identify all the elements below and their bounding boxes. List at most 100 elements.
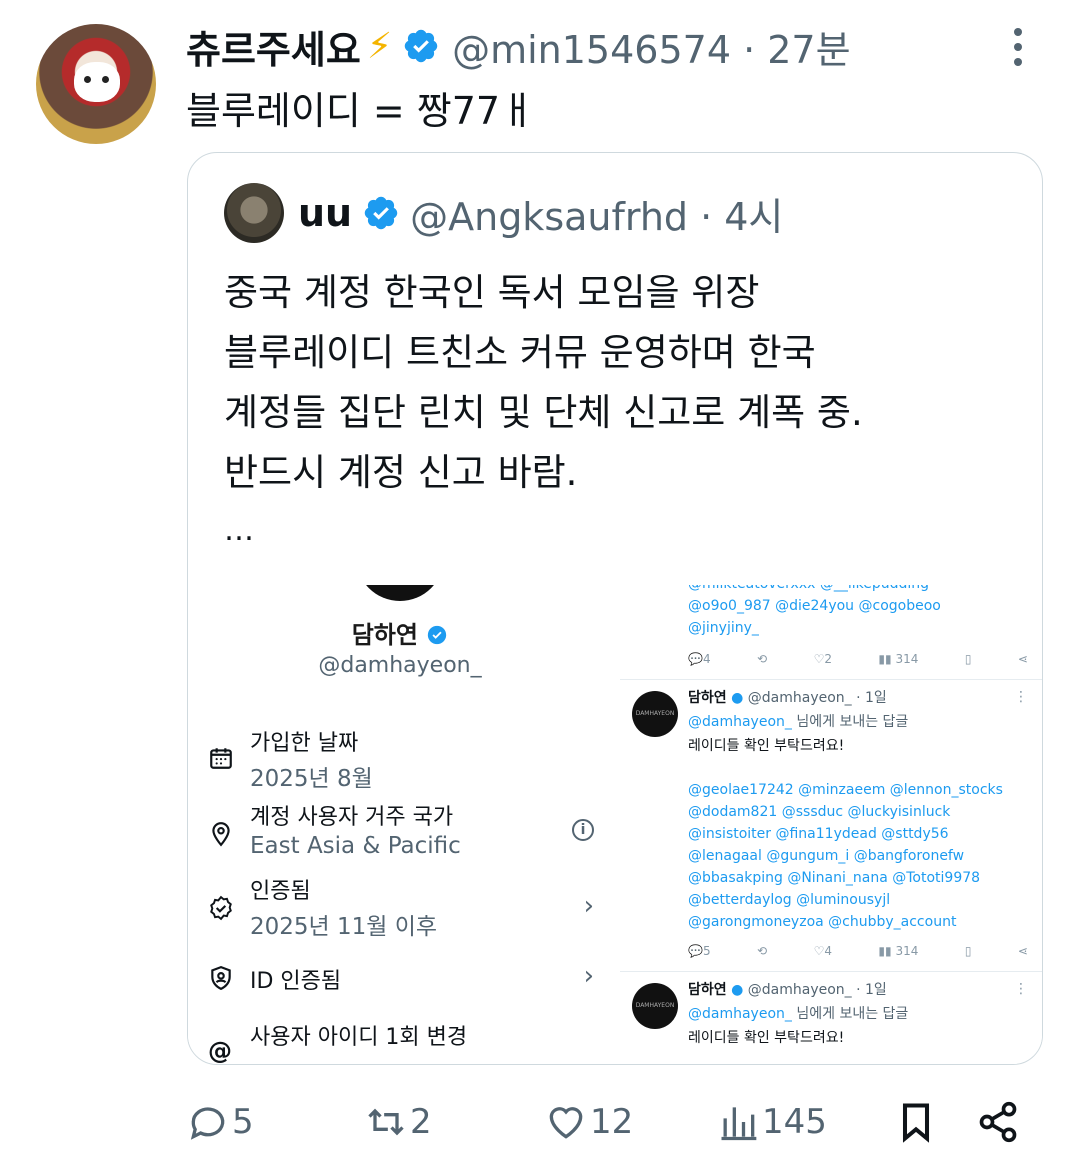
show-more-ellipsis[interactable]: … — [224, 513, 254, 548]
mention-line: @insistoiter @fina11ydead @sttdy56 — [688, 826, 949, 842]
author-avatar[interactable] — [36, 24, 156, 144]
chevron-right-icon: › — [583, 961, 594, 991]
reply-more-icon[interactable]: ⋮ — [1014, 981, 1028, 997]
profile-handle: @damhayeon_ — [318, 653, 482, 678]
reply-avatar[interactable]: DAMHAYEON — [632, 691, 678, 737]
mention-line: @lenagaal @gungum_i @bangforonefw — [688, 848, 965, 864]
views-chart-icon — [721, 1107, 757, 1141]
quoted-tweet-text: 중국 계정 한국인 독서 모임을 위장 블루레이디 트친소 커뮤 운영하며 한국… — [224, 263, 1024, 503]
info-label: ID 인증됨 — [250, 969, 342, 994]
heart-icon — [549, 1107, 583, 1139]
views-count: 145 — [762, 1102, 827, 1142]
info-label: 가입한 날짜 — [250, 731, 359, 756]
avatar-cat-face — [74, 62, 120, 102]
reply-to-line: @damhayeon_ 님에게 보내는 답글 — [688, 714, 909, 730]
reply-action-bar: 💬4 ⟲ ♡2 ▮▮ 314 ▯ ⋖ — [688, 649, 1028, 669]
reply-count[interactable]: 💬5 — [688, 944, 711, 958]
info-row-joined: 가입한 날짜 2025년 8월 — [204, 725, 604, 795]
bookmark-button[interactable] — [894, 1096, 940, 1148]
reply-header: 담하연 ● @damhayeon_ · 1일 — [688, 982, 887, 998]
reply-action-bar: 💬5 ⟲ ♡4 ▮▮ 314 ▯ ⋖ — [688, 941, 1028, 961]
media-image-replies[interactable]: @milkteatoverxxx @__likepudding @o9o0_98… — [620, 585, 1042, 1064]
reply-avatar[interactable]: DAMHAYEON — [632, 983, 678, 1029]
info-row-country: 계정 사용자 거주 국가 East Asia & Pacific i — [204, 799, 604, 869]
share-icon[interactable]: ⋖ — [1018, 652, 1028, 666]
reply-button[interactable]: 5 — [186, 1096, 254, 1148]
mention-line: @garongmoneyzoa @chubby_account — [688, 914, 957, 930]
author-handle-time[interactable]: @min1546574 · 27분 — [452, 19, 850, 74]
chevron-right-icon: › — [583, 891, 594, 921]
tweet-header: 츄르주세요 ⚡ @min1546574 · 27분 — [186, 18, 851, 74]
profile-name: 담하연 — [188, 615, 612, 650]
mention-line: @bbasakping @Ninani_nana @Tototi9978 — [688, 870, 981, 886]
more-options-icon[interactable] — [1014, 28, 1026, 66]
quoted-text-line: 계정들 집단 린치 및 단체 신고로 계폭 중. — [224, 391, 863, 434]
like-button[interactable]: 12 — [544, 1096, 633, 1148]
quoted-author-name[interactable]: uu — [298, 191, 352, 235]
shield-user-icon — [211, 966, 231, 991]
bookmark-icon — [902, 1103, 930, 1143]
quoted-media[interactable]: 담하연 @damhayeon_ 가입한 날짜 2025년 8월 계정 사용자 거… — [188, 585, 1042, 1065]
mention-line: @milkteatoverxxx @__likepudding — [688, 585, 929, 595]
reply-header: 담하연 ● @damhayeon_ · 1일 — [688, 690, 887, 706]
mention-line: @o9o0_987 @die24you @cogobeoo — [688, 598, 941, 614]
retweet-icon[interactable]: ⟲ — [757, 652, 767, 666]
mention-line: @dodam821 @sssduc @luckyisinluck — [688, 804, 951, 820]
quoted-tweet-header: uu @Angksaufrhd · 4시 — [224, 183, 783, 243]
reply-count[interactable]: 💬4 — [688, 652, 711, 666]
retweet-button[interactable]: 2 — [364, 1096, 432, 1148]
mention-line: @geolae17242 @minzaeem @lennon_stocks — [688, 782, 1003, 798]
info-row-verified[interactable]: 인증됨 2025년 11월 이후 › — [204, 873, 604, 943]
location-pin-icon — [212, 822, 230, 847]
mention-line: @betterdaylog @luminousyjl — [688, 892, 891, 908]
info-label: 인증됨 — [250, 879, 311, 904]
media-image-profile[interactable]: 담하연 @damhayeon_ 가입한 날짜 2025년 8월 계정 사용자 거… — [188, 585, 612, 1065]
retweet-icon[interactable]: ⟲ — [757, 944, 767, 958]
at-sign-icon: @ — [208, 1037, 232, 1065]
reply-text: 레이디들 확인 부탁드려요! — [688, 1030, 845, 1046]
divider — [620, 679, 1042, 680]
views-count: ▮▮ 314 — [878, 652, 919, 666]
share-icon[interactable]: ⋖ — [1018, 944, 1028, 958]
mention-line: @jinyjiny_ — [688, 620, 759, 636]
quoted-text-line: 중국 계정 한국인 독서 모임을 위장 — [224, 271, 760, 314]
info-value: 2025년 8월 — [250, 766, 373, 792]
bookmark-icon[interactable]: ▯ — [965, 652, 972, 666]
quoted-author-handle-time: @Angksaufrhd · 4시 — [410, 194, 784, 239]
reply-icon — [190, 1107, 225, 1140]
avatar-eye — [84, 76, 91, 83]
retweet-count: 2 — [410, 1102, 432, 1142]
verified-badge-icon — [362, 194, 400, 232]
quoted-tweet[interactable]: uu @Angksaufrhd · 4시 중국 계정 한국인 독서 모임을 위장… — [187, 152, 1043, 1065]
info-row-username-change: @ 사용자 아이디 1회 변경 — [204, 1019, 604, 1065]
reply-more-icon[interactable]: ⋮ — [1014, 689, 1028, 705]
info-icon[interactable]: i — [572, 819, 594, 841]
share-icon — [979, 1101, 1017, 1143]
author-display-name[interactable]: 츄르주세요 — [186, 19, 361, 74]
bookmark-icon[interactable]: ▯ — [965, 944, 972, 958]
avatar-eye — [102, 76, 109, 83]
like-count[interactable]: ♡2 — [814, 652, 832, 666]
quoted-text-line: 반드시 계정 신고 바람. — [224, 451, 578, 494]
info-value: East Asia & Pacific — [250, 833, 461, 859]
like-count: 12 — [590, 1102, 634, 1142]
share-button[interactable] — [976, 1096, 1022, 1148]
like-count[interactable]: ♡4 — [814, 944, 832, 958]
info-label: 사용자 아이디 1회 변경 — [250, 1025, 468, 1050]
views-button[interactable]: 145 — [716, 1096, 827, 1148]
info-label: 계정 사용자 거주 국가 — [250, 805, 454, 830]
verified-outline-icon — [210, 895, 232, 921]
reply-text: 레이디들 확인 부탁드려요! — [688, 738, 845, 754]
reply-to-line: @damhayeon_ 님에게 보내는 답글 — [688, 1006, 909, 1022]
reply-count: 5 — [232, 1102, 254, 1142]
quoted-author-avatar[interactable] — [224, 183, 284, 243]
verified-badge-icon[interactable] — [402, 27, 440, 65]
divider — [620, 971, 1042, 972]
tweet-text: 블루레이디 = 짱77ㅐ — [186, 89, 536, 133]
views-count: ▮▮ 314 — [878, 944, 919, 958]
quoted-text-line: 블루레이디 트친소 커뮤 운영하며 한국 — [224, 331, 816, 374]
info-row-id-verified[interactable]: ID 인증됨 › — [204, 961, 604, 1001]
profile-avatar — [356, 585, 444, 601]
lightning-emoji: ⚡ — [366, 25, 393, 67]
retweet-icon — [368, 1108, 404, 1136]
